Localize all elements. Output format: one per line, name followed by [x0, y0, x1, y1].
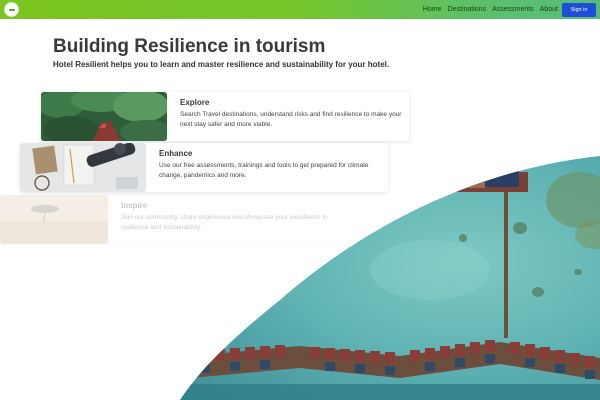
- enhance-title: Enhance: [159, 149, 193, 158]
- enhance-description: Use our free assessments, trainings and …: [159, 162, 369, 179]
- nav-link-destinations[interactable]: Destinations: [448, 6, 487, 13]
- inspire-card[interactable]: Inspire Join our community, share experi…: [0, 195, 350, 244]
- explore-title: Explore: [180, 98, 210, 107]
- nav-links: Home Destinations Assessments About: [423, 0, 558, 19]
- inspire-title: Inspire: [121, 201, 148, 210]
- sign-in-button[interactable]: Sign in: [562, 3, 596, 17]
- inspire-description: Join our community, share experience and…: [121, 214, 328, 231]
- nav-link-about[interactable]: About: [540, 6, 558, 13]
- desk-notebook-image: [20, 143, 146, 192]
- page-title: Building Resilience in tourism: [53, 36, 326, 57]
- hotel-resilient-logo-icon[interactable]: [4, 2, 19, 17]
- top-navbar: Home Destinations Assessments About Sign…: [0, 0, 600, 19]
- nav-link-home[interactable]: Home: [423, 6, 442, 13]
- explore-card[interactable]: Explore Search Travel destinations, unde…: [41, 92, 409, 141]
- savanna-tree-image: [0, 195, 108, 244]
- page-subtitle: Hotel Resilient helps you to learn and m…: [53, 60, 390, 69]
- nav-link-assessments[interactable]: Assessments: [492, 6, 534, 13]
- enhance-card[interactable]: Enhance Use our free assessments, traini…: [20, 143, 388, 192]
- forest-road-image: [41, 92, 167, 141]
- explore-description: Search Travel destinations, understand r…: [180, 111, 402, 128]
